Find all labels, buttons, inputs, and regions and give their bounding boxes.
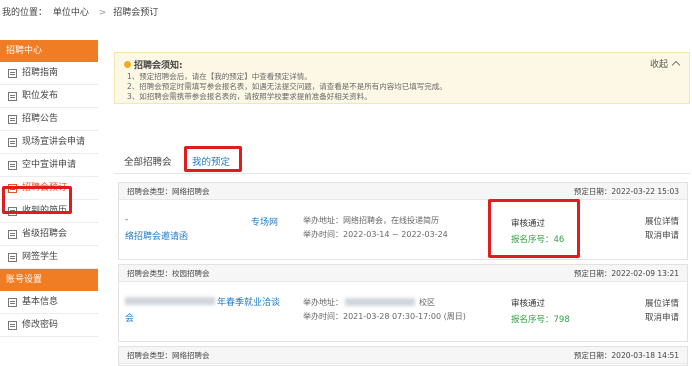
breadcrumb-prefix: 我的位置： [2,8,48,18]
document-icon [8,297,17,307]
booking-date: 预定日期：2022-03-22 15:03 [573,187,679,196]
title-fragment: - [125,215,129,225]
sidebar-item-recruit-guide[interactable]: 招聘指南 [0,62,98,85]
fair-address: 举办地址：网络招聘会，在线投递简历 [303,216,439,225]
document-icon [8,229,17,239]
sidebar-item-post-job[interactable]: 职位发布 [0,85,98,108]
review-status: 审核通过 [511,299,546,309]
breadcrumb-item-fair-booking: 招聘会预订 [113,8,159,18]
fair-title-tag[interactable]: 年春季就业洽谈 [217,295,280,308]
sidebar-item-provincial-fair[interactable]: 省级招聘会 [0,223,98,246]
collapse-button[interactable]: 收起 [650,57,681,70]
sidebar-section-recruit: 招聘中心 [0,40,98,62]
document-icon [8,91,17,101]
redacted-title [125,297,215,305]
sidebar-section-account: 账号设置 [0,269,98,291]
fair-time: 举办时间：2022-03-14 ~ 2022-03-24 [303,230,448,239]
signup-number: 报名序号：798 [511,315,570,325]
fair-type: 招聘会类型：校园招聘会 [127,269,210,278]
chevron-right-icon: > [98,8,107,18]
booking-card: 招聘会类型：网络招聘会 预定日期：2020-03-18 14:51 [118,346,688,366]
sidebar-item-basic-info[interactable]: 基本信息 [0,291,98,314]
fair-type: 招聘会类型：网络招聘会 [127,351,210,360]
booking-date: 预定日期：2022-02-09 13:21 [573,269,679,278]
sidebar-item-onsite-talk[interactable]: 现场宣讲会申请 [0,131,98,154]
fair-type: 招聘会类型：网络招聘会 [127,187,210,196]
booth-details-link[interactable]: 展位详情 [645,297,679,309]
breadcrumb-item-unit-center[interactable]: 单位中心 [53,8,89,18]
chevron-up-icon [671,60,681,70]
highlight-box-tab [184,146,242,172]
booking-card: 招聘会类型：网络招聘会 预定日期：2022-03-22 15:03 - 专场网 … [118,182,688,260]
sidebar-item-online-talk[interactable]: 空中宣讲申请 [0,154,98,177]
sidebar-item-change-password[interactable]: 修改密码 [0,314,98,337]
tab-all-fairs[interactable]: 全部招聘会 [124,154,172,168]
notice-panel: 招聘会须知: 收起 1、预定招聘会后，请在【我的预定】中查看预定详情。 2、招聘… [114,52,690,104]
sidebar-item-recruit-notice[interactable]: 招聘公告 [0,108,98,131]
document-icon [8,160,17,170]
booth-details-link[interactable]: 展位详情 [645,215,679,227]
notice-title: 招聘会须知: [134,61,183,71]
fair-time: 举办时间：2021-03-28 07:30-17:00 (周日) [303,312,466,321]
cancel-application-link[interactable]: 取消申请 [645,229,679,241]
document-icon [8,320,17,330]
fair-title-tag[interactable]: 专场网 [251,215,278,228]
fair-title[interactable]: 络招聘会邀请函 [125,229,188,242]
cancel-application-link[interactable]: 取消申请 [645,311,679,323]
notice-line: 3、如招聘会需携带参会报名表的，请按照学校要求提前准备好相关资料。 [127,92,372,101]
fair-title[interactable]: 会 [125,311,134,324]
document-icon [8,68,17,78]
sidebar-item-signed-students[interactable]: 网签学生 [0,246,98,269]
document-icon [8,137,17,147]
booking-card: 招聘会类型：校园招聘会 预定日期：2022-02-09 13:21 年春季就业洽… [118,264,688,342]
fair-address-prefix: 举办地址： [303,298,343,307]
document-icon [8,114,17,124]
booking-date: 预定日期：2020-03-18 14:51 [573,351,679,360]
highlight-box-sidebar [2,186,72,214]
document-icon [8,252,17,262]
breadcrumb: 我的位置： 单位中心 > 招聘会预订 [2,6,161,20]
redacted-address [345,298,415,306]
lightbulb-icon [124,61,131,68]
fair-address-suffix: 校区 [419,298,435,307]
highlight-box-status [488,199,580,258]
